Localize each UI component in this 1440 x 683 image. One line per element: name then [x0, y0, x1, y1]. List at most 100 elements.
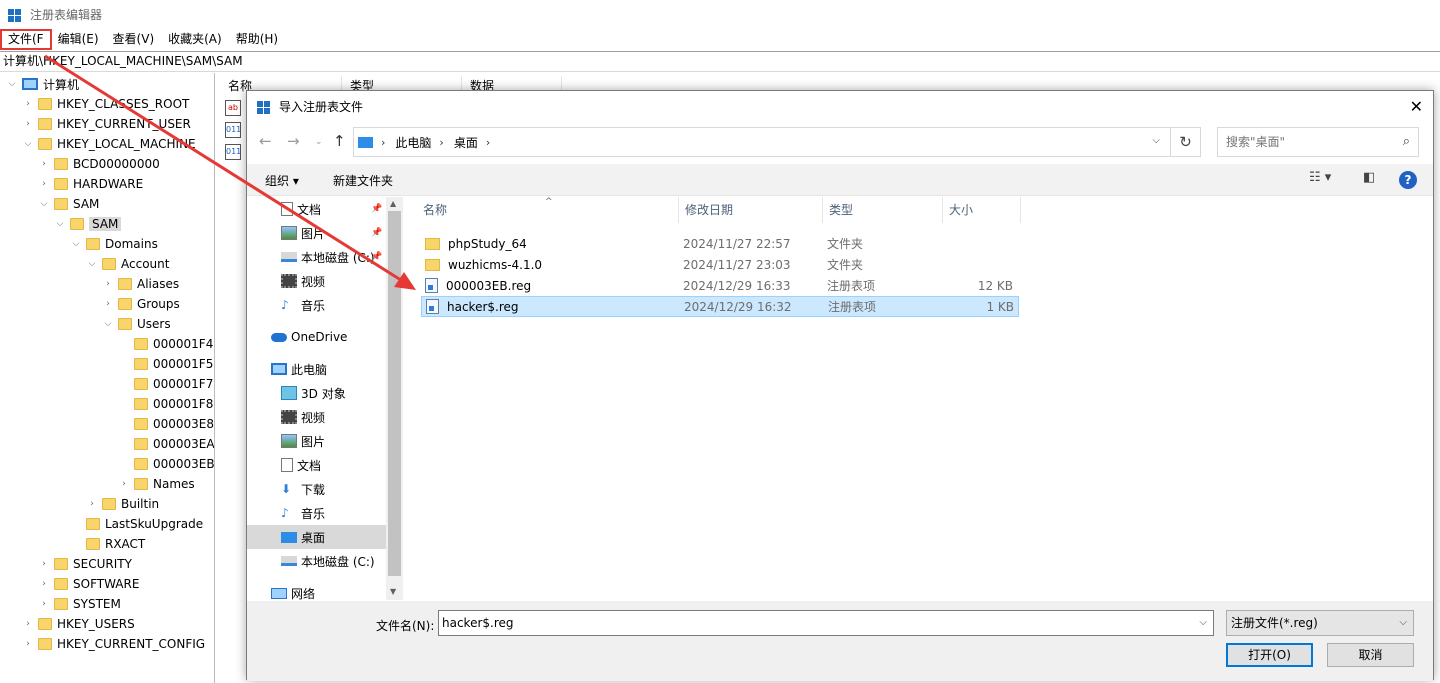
chevron-down-icon[interactable]: ⌵	[54, 219, 66, 229]
tree-node[interactable]: LastSkuUpgrade	[70, 514, 203, 534]
tree-node[interactable]: › HKEY_CLASSES_ROOT	[22, 94, 189, 114]
new-folder-button[interactable]: 新建文件夹	[333, 172, 393, 189]
tree-node[interactable]: 000003E8	[118, 414, 214, 434]
scroll-down-icon[interactable]: ▼	[390, 587, 396, 596]
tree-node[interactable]: 000003EA	[118, 434, 214, 454]
file-row[interactable]: phpStudy_64 2024/11/27 22:57 文件夹	[421, 233, 1019, 254]
chevron-down-icon[interactable]: ⌵	[70, 239, 82, 249]
chevron-right-icon[interactable]: ›	[38, 179, 50, 189]
scroll-up-icon[interactable]: ▲	[390, 199, 396, 208]
nav-item[interactable]: 网络	[247, 581, 386, 600]
tree-node[interactable]: › SECURITY	[38, 554, 132, 574]
forward-arrow-icon[interactable]: →	[287, 132, 300, 150]
tree-node[interactable]: 000001F8	[118, 394, 213, 414]
chevron-down-icon[interactable]: ⌵	[86, 259, 98, 269]
cancel-button[interactable]: 取消	[1327, 643, 1414, 667]
tree-node[interactable]: 000001F4	[118, 334, 213, 354]
tree-node[interactable]: › HARDWARE	[38, 174, 143, 194]
nav-item[interactable]: 视频	[247, 405, 386, 429]
nav-item[interactable]: ♪ 音乐	[247, 501, 386, 525]
menu-file[interactable]: 文件(F	[0, 29, 52, 50]
breadcrumb-this-pc[interactable]: 此电脑	[395, 134, 431, 151]
file-row[interactable]: hacker$.reg 2024/12/29 16:32 注册表项 1 KB	[421, 296, 1019, 317]
file-row[interactable]: 000003EB.reg 2024/12/29 16:33 注册表项 12 KB	[421, 275, 1019, 296]
chevron-down-icon[interactable]: ⌵	[1199, 617, 1207, 628]
tree-node[interactable]: 000001F7	[118, 374, 213, 394]
string-value-icon[interactable]: ab	[225, 100, 241, 116]
dialog-address-bar[interactable]: › 此电脑 › 桌面 › ⌵	[353, 127, 1171, 157]
close-icon[interactable]: ✕	[1410, 97, 1423, 116]
open-button[interactable]: 打开(O)	[1226, 643, 1313, 667]
chevron-down-icon[interactable]: ⌵	[1152, 135, 1160, 146]
tree-node[interactable]: › SOFTWARE	[38, 574, 139, 594]
nav-item[interactable]: 本地磁盘 (C:) 📌	[247, 245, 386, 269]
chevron-right-icon[interactable]: ›	[22, 639, 34, 649]
chevron-down-icon[interactable]: ⌵	[102, 319, 114, 329]
chevron-right-icon[interactable]: ›	[22, 619, 34, 629]
chevron-right-icon[interactable]: ›	[486, 136, 490, 149]
tree-node[interactable]: › SYSTEM	[38, 594, 121, 614]
menu-help[interactable]: 帮助(H)	[229, 30, 285, 49]
nav-item[interactable]: 图片	[247, 429, 386, 453]
search-icon[interactable]: ⌕	[1403, 134, 1410, 149]
tree-node[interactable]: ⌵ Domains	[70, 234, 158, 254]
tree-node[interactable]: › BCD00000000	[38, 154, 160, 174]
chevron-right-icon[interactable]: ›	[38, 159, 50, 169]
tree-node[interactable]: 000003EB	[118, 454, 214, 474]
nav-item[interactable]: 视频	[247, 269, 386, 293]
recent-chevron-down-icon[interactable]: ⌄	[315, 137, 323, 147]
tree-node[interactable]: ⌵ SAM	[38, 194, 100, 214]
preview-pane-icon[interactable]: ◧	[1363, 170, 1375, 185]
chevron-right-icon[interactable]: ›	[38, 559, 50, 569]
nav-item[interactable]: 3D 对象	[247, 381, 386, 405]
chevron-right-icon[interactable]: ›	[86, 499, 98, 509]
nav-item[interactable]: ⬇ 下载	[247, 477, 386, 501]
tree-node[interactable]: › Names	[118, 474, 194, 494]
tree-node[interactable]: › Aliases	[102, 274, 179, 294]
tree-node[interactable]: 000001F5	[118, 354, 213, 374]
refresh-icon[interactable]: ↻	[1171, 127, 1201, 157]
chevron-right-icon[interactable]: ›	[439, 136, 443, 149]
nav-item[interactable]: 图片 📌	[247, 221, 386, 245]
tree-node[interactable]: › HKEY_USERS	[22, 614, 135, 634]
nav-item[interactable]: 桌面	[247, 525, 386, 549]
tree-node[interactable]: ⌵ SAM	[54, 214, 122, 234]
nav-item[interactable]: 文档	[247, 453, 386, 477]
search-box[interactable]: ⌕	[1217, 127, 1419, 157]
chevron-right-icon[interactable]: ›	[22, 99, 34, 109]
menu-view[interactable]: 查看(V)	[106, 30, 162, 49]
chevron-right-icon[interactable]: ›	[118, 479, 130, 489]
nav-item[interactable]: 文档 📌	[247, 197, 386, 221]
chevron-down-icon[interactable]: ⌵	[6, 79, 18, 89]
address-bar[interactable]: 计算机\HKEY_LOCAL_MACHINE\SAM\SAM	[0, 51, 1440, 72]
tree-node[interactable]: › Groups	[102, 294, 180, 314]
chevron-down-icon[interactable]: ⌵	[22, 139, 34, 149]
nav-item[interactable]: ♪ 音乐	[247, 293, 386, 317]
filename-combobox[interactable]: ⌵	[438, 610, 1214, 636]
chevron-down-icon[interactable]: ⌵	[38, 199, 50, 209]
chevron-down-icon[interactable]: ⌵	[1399, 611, 1407, 635]
scroll-thumb[interactable]	[388, 211, 401, 576]
tree-node[interactable]: RXACT	[70, 534, 145, 554]
menu-favorites[interactable]: 收藏夹(A)	[161, 30, 229, 49]
tree-node[interactable]: ⌵ Account	[86, 254, 170, 274]
tree-node[interactable]: › HKEY_CURRENT_USER	[22, 114, 191, 134]
back-arrow-icon[interactable]: ←	[259, 132, 272, 150]
view-options-icon[interactable]: ☷ ▾	[1309, 170, 1331, 185]
navigation-scrollbar[interactable]: ▲ ▼	[386, 197, 403, 600]
chevron-right-icon[interactable]: ›	[38, 599, 50, 609]
breadcrumb-desktop[interactable]: 桌面	[454, 134, 478, 151]
nav-item[interactable]: 此电脑	[247, 357, 386, 381]
menu-edit[interactable]: 编辑(E)	[51, 30, 106, 49]
chevron-right-icon[interactable]: ›	[38, 579, 50, 589]
tree-node[interactable]: ⌵ HKEY_LOCAL_MACHINE	[22, 134, 196, 154]
tree-node[interactable]: ⌵ 计算机	[6, 74, 79, 94]
column-type[interactable]: 类型	[823, 197, 943, 223]
help-icon[interactable]: ?	[1399, 171, 1417, 189]
nav-item[interactable]: 本地磁盘 (C:)	[247, 549, 386, 573]
filename-input[interactable]	[442, 616, 1182, 630]
tree-node[interactable]: ⌵ Users	[102, 314, 171, 334]
up-arrow-icon[interactable]: ↑	[333, 132, 346, 150]
binary-value-icon[interactable]: 011	[225, 122, 241, 138]
tree-node[interactable]: › HKEY_CURRENT_CONFIG	[22, 634, 205, 654]
